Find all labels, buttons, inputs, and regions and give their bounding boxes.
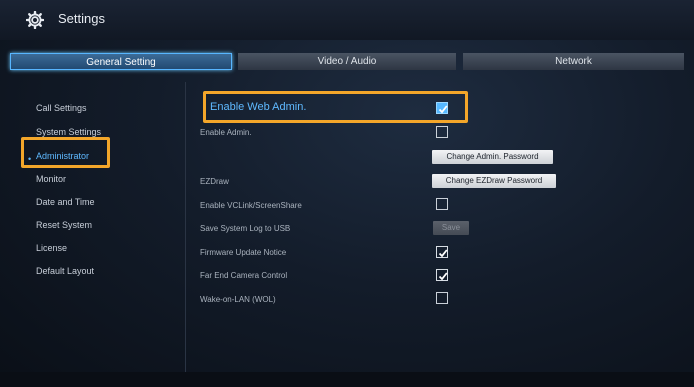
enable-admin-checkbox[interactable] xyxy=(436,126,448,138)
title-bar: Settings xyxy=(0,0,694,40)
sidebar-item-call-settings[interactable]: Call Settings xyxy=(36,103,87,113)
far-end-camera-control-checkbox[interactable] xyxy=(436,269,448,281)
ezdraw-label: EZDraw xyxy=(200,177,229,186)
sidebar-item-date-and-time[interactable]: Date and Time xyxy=(36,197,95,207)
firmware-update-notice-checkbox[interactable] xyxy=(436,246,448,258)
tab-video-audio[interactable]: Video / Audio xyxy=(238,53,456,70)
sidebar-item-system-settings[interactable]: System Settings xyxy=(36,127,101,137)
enable-web-admin-highlight-box xyxy=(203,91,468,123)
firmware-update-notice-label: Firmware Update Notice xyxy=(200,248,287,257)
far-end-camera-control-label: Far End Camera Control xyxy=(200,271,288,280)
enable-vclink-checkbox[interactable] xyxy=(436,198,448,210)
tab-network[interactable]: Network xyxy=(463,53,684,70)
sidebar-divider xyxy=(185,82,186,372)
change-admin-password-button[interactable]: Change Admin. Password xyxy=(432,150,553,164)
window-title: Settings xyxy=(58,11,105,26)
sidebar-item-reset-system[interactable]: Reset System xyxy=(36,220,92,230)
administrator-highlight-box xyxy=(21,137,110,168)
tab-bar: General Setting Video / Audio Network xyxy=(10,53,684,70)
change-ezdraw-password-button[interactable]: Change EZDraw Password xyxy=(432,174,556,188)
save-system-log-label: Save System Log to USB xyxy=(200,224,291,233)
checkmark-icon xyxy=(438,249,448,258)
wake-on-lan-checkbox[interactable] xyxy=(436,292,448,304)
checkmark-icon xyxy=(438,272,448,281)
wake-on-lan-label: Wake-on-LAN (WOL) xyxy=(200,295,276,304)
tab-general-setting[interactable]: General Setting xyxy=(10,53,232,70)
enable-vclink-label: Enable VCLink/ScreenShare xyxy=(200,201,302,210)
bottom-strip xyxy=(0,372,694,387)
sidebar-item-default-layout[interactable]: Default Layout xyxy=(36,266,94,276)
save-log-button[interactable]: Save xyxy=(433,221,469,235)
gear-icon xyxy=(26,11,44,29)
sidebar-item-license[interactable]: License xyxy=(36,243,67,253)
sidebar-item-monitor[interactable]: Monitor xyxy=(36,174,66,184)
enable-admin-label: Enable Admin. xyxy=(200,128,252,137)
